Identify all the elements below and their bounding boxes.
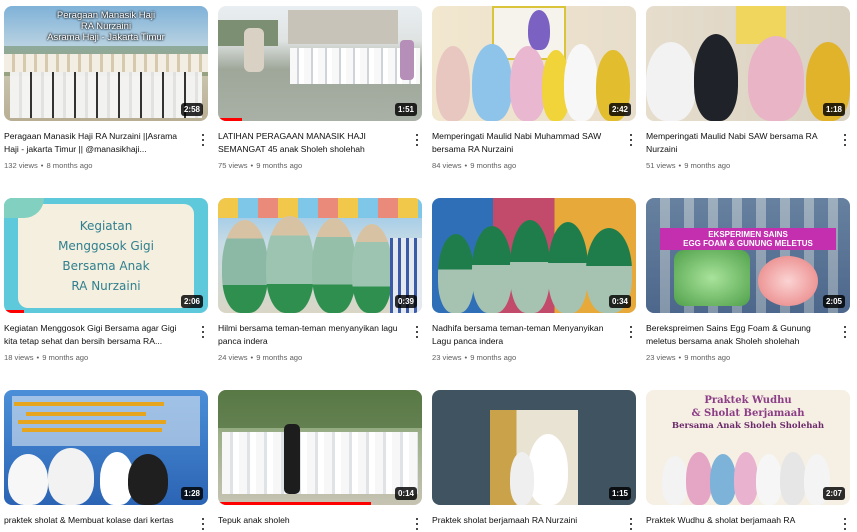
watch-progress (4, 310, 25, 313)
thumbnail-text: & Sholat Berjamaah (691, 408, 805, 419)
video-meta: 18 views • 9 months ago (4, 353, 89, 362)
video-thumbnail[interactable]: EKSPERIMEN SAINS EGG FOAM & GUNUNG MELET… (646, 198, 850, 313)
video-thumbnail[interactable]: 0:34 (432, 198, 636, 313)
view-count: 84 views (432, 161, 462, 170)
video-title[interactable]: Praktek sholat berjamaah RA Nurzaini (432, 514, 618, 527)
upload-age: 9 months ago (684, 161, 731, 170)
duration-badge: 2:06 (180, 295, 203, 308)
watch-progress (218, 118, 243, 121)
upload-age: 9 months ago (42, 353, 89, 362)
video-title[interactable]: Nadhifa bersama teman-teman Menyanyikan … (432, 322, 618, 348)
view-count: 23 views (432, 353, 462, 362)
video-meta: 132 views • 8 months ago (4, 161, 93, 170)
video-thumbnail[interactable]: 2:42 (432, 6, 636, 121)
thumbnail-text: Menggosok Gigi (58, 239, 154, 253)
video-title[interactable]: Peragaan Manasik Haji RA Nurzaini ||Asra… (4, 130, 190, 156)
video-thumbnail[interactable]: 1:18 (646, 6, 850, 121)
duration-badge: 2:42 (608, 103, 631, 116)
thumbnail-text: RA Nurzaini (80, 21, 132, 32)
video-title[interactable]: Berekspreimen Sains Egg Foam & Gunung me… (646, 322, 832, 348)
upload-age: 9 months ago (470, 161, 517, 170)
video-card[interactable]: Praktek Wudhu & Sholat Berjamaah Bersama… (646, 390, 850, 531)
video-card[interactable]: 0:34 Nadhifa bersama teman-teman Menyany… (432, 198, 636, 362)
video-thumbnail[interactable]: 0:14 (218, 390, 422, 505)
thumbnail-text: EGG FOAM & GUNUNG MELETUS (683, 239, 813, 248)
video-title[interactable]: praktek sholat & Membuat kolase dari ker… (4, 514, 190, 527)
view-count: 23 views (646, 353, 676, 362)
more-vertical-icon[interactable] (412, 324, 422, 340)
view-count: 24 views (218, 353, 248, 362)
more-vertical-icon[interactable] (840, 324, 850, 340)
view-count: 132 views (4, 161, 38, 170)
video-title[interactable]: Memperingati Maulid Nabi SAW bersama RA … (646, 130, 832, 156)
duration-badge: 0:34 (608, 295, 631, 308)
upload-age: 9 months ago (684, 353, 731, 362)
video-card[interactable]: 2:42 Memperingati Maulid Nabi Muhammad S… (432, 6, 636, 170)
video-card[interactable]: 1:18 Memperingati Maulid Nabi SAW bersam… (646, 6, 850, 170)
video-meta: 75 views • 9 months ago (218, 161, 303, 170)
video-thumbnail[interactable]: Peragaan Manasik Haji RA Nurzaini Asrama… (4, 6, 208, 121)
video-card[interactable]: Peragaan Manasik Haji RA Nurzaini Asrama… (4, 6, 208, 170)
video-thumbnail[interactable]: 1:15 (432, 390, 636, 505)
view-count: 51 views (646, 161, 676, 170)
upload-age: 9 months ago (256, 353, 303, 362)
video-thumbnail[interactable]: Kegiatan Menggosok Gigi Bersama Anak RA … (4, 198, 208, 313)
thumbnail-text: Peragaan Manasik Haji (56, 10, 156, 21)
duration-badge: 1:15 (608, 487, 631, 500)
more-vertical-icon[interactable] (626, 324, 636, 340)
video-thumbnail[interactable]: 1:51 (218, 6, 422, 121)
thumbnail-text: Bersama Anak Sholeh Sholehah (671, 421, 825, 431)
video-meta: 23 views • 9 months ago (646, 353, 731, 362)
duration-badge: 0:14 (394, 487, 417, 500)
thumbnail-text: Kegiatan (79, 219, 133, 233)
video-title[interactable]: Tepuk anak sholeh (218, 514, 404, 527)
more-vertical-icon[interactable] (198, 324, 208, 340)
video-thumbnail[interactable]: 0:39 (218, 198, 422, 313)
video-meta: 51 views • 9 months ago (646, 161, 731, 170)
upload-age: 9 months ago (256, 161, 303, 170)
video-title[interactable]: Kegiatan Menggosok Gigi Bersama agar Gig… (4, 322, 190, 348)
video-card[interactable]: 1:15 Praktek sholat berjamaah RA Nurzain… (432, 390, 636, 531)
video-meta: 24 views • 9 months ago (218, 353, 303, 362)
duration-badge: 1:51 (394, 103, 417, 116)
upload-age: 8 months ago (46, 161, 93, 170)
more-vertical-icon[interactable] (626, 132, 636, 148)
video-card[interactable]: 1:51 LATIHAN PERAGAAN MANASIK HAJI SEMAN… (218, 6, 422, 170)
duration-badge: 2:05 (822, 295, 845, 308)
video-meta: 23 views • 9 months ago (432, 353, 517, 362)
view-count: 18 views (4, 353, 34, 362)
video-title[interactable]: Hilmi bersama teman-teman menyanyikan la… (218, 322, 404, 348)
video-title[interactable]: Praktek Wudhu & sholat berjamaah RA (646, 514, 832, 527)
video-title[interactable]: LATIHAN PERAGAAN MANASIK HAJI SEMANGAT 4… (218, 130, 404, 156)
video-card[interactable]: 0:39 Hilmi bersama teman-teman menyanyik… (218, 198, 422, 362)
duration-badge: 1:28 (180, 487, 203, 500)
thumbnail-text: Asrama Haji - Jakarta Timur (47, 32, 165, 43)
duration-badge: 0:39 (394, 295, 417, 308)
more-vertical-icon[interactable] (840, 132, 850, 148)
watch-progress (218, 502, 371, 505)
video-title[interactable]: Memperingati Maulid Nabi Muhammad SAW be… (432, 130, 618, 156)
thumbnail-text: RA Nurzaini (71, 279, 141, 293)
more-vertical-icon[interactable] (412, 132, 422, 148)
thumbnail-text: Praktek Wudhu (704, 395, 792, 406)
video-card[interactable]: Kegiatan Menggosok Gigi Bersama Anak RA … (4, 198, 208, 362)
duration-badge: 2:58 (180, 103, 203, 116)
thumbnail-text: Bersama Anak (62, 259, 150, 273)
video-thumbnail[interactable]: 1:28 (4, 390, 208, 505)
view-count: 75 views (218, 161, 248, 170)
video-card[interactable]: 0:14 Tepuk anak sholeh (218, 390, 422, 531)
video-meta: 84 views • 9 months ago (432, 161, 517, 170)
video-card[interactable]: EKSPERIMEN SAINS EGG FOAM & GUNUNG MELET… (646, 198, 850, 362)
video-thumbnail[interactable]: Praktek Wudhu & Sholat Berjamaah Bersama… (646, 390, 850, 505)
video-card[interactable]: 1:28 praktek sholat & Membuat kolase dar… (4, 390, 208, 531)
thumbnail-text: EKSPERIMEN SAINS (708, 230, 788, 239)
duration-badge: 2:07 (822, 487, 845, 500)
upload-age: 9 months ago (470, 353, 517, 362)
more-vertical-icon[interactable] (198, 132, 208, 148)
duration-badge: 1:18 (822, 103, 845, 116)
